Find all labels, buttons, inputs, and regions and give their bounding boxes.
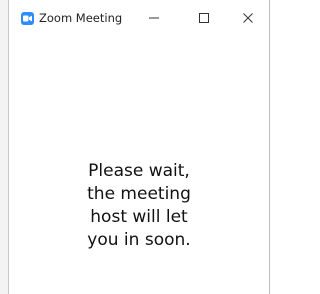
minimize-button[interactable] <box>137 6 171 30</box>
maximize-icon <box>199 13 209 23</box>
message-line: the meeting <box>87 184 191 204</box>
zoom-meeting-window: Zoom Meeting Please wait, the meeting ho… <box>9 0 270 294</box>
message-line: Please wait, <box>88 161 190 181</box>
window-title: Zoom Meeting <box>39 11 123 25</box>
title-bar[interactable]: Zoom Meeting <box>9 0 269 36</box>
waiting-room-message: Please wait, the meeting host will let y… <box>29 160 249 252</box>
close-icon <box>243 13 253 23</box>
message-line: host will let <box>90 207 188 227</box>
screen: Zoom Meeting Please wait, the meeting ho… <box>0 0 271 294</box>
message-line: you in soon. <box>87 230 191 250</box>
minimize-icon <box>149 17 159 19</box>
close-button[interactable] <box>231 6 265 30</box>
background-window-edge <box>0 0 9 294</box>
maximize-button[interactable] <box>187 6 221 30</box>
zoom-camera-icon <box>21 12 34 25</box>
